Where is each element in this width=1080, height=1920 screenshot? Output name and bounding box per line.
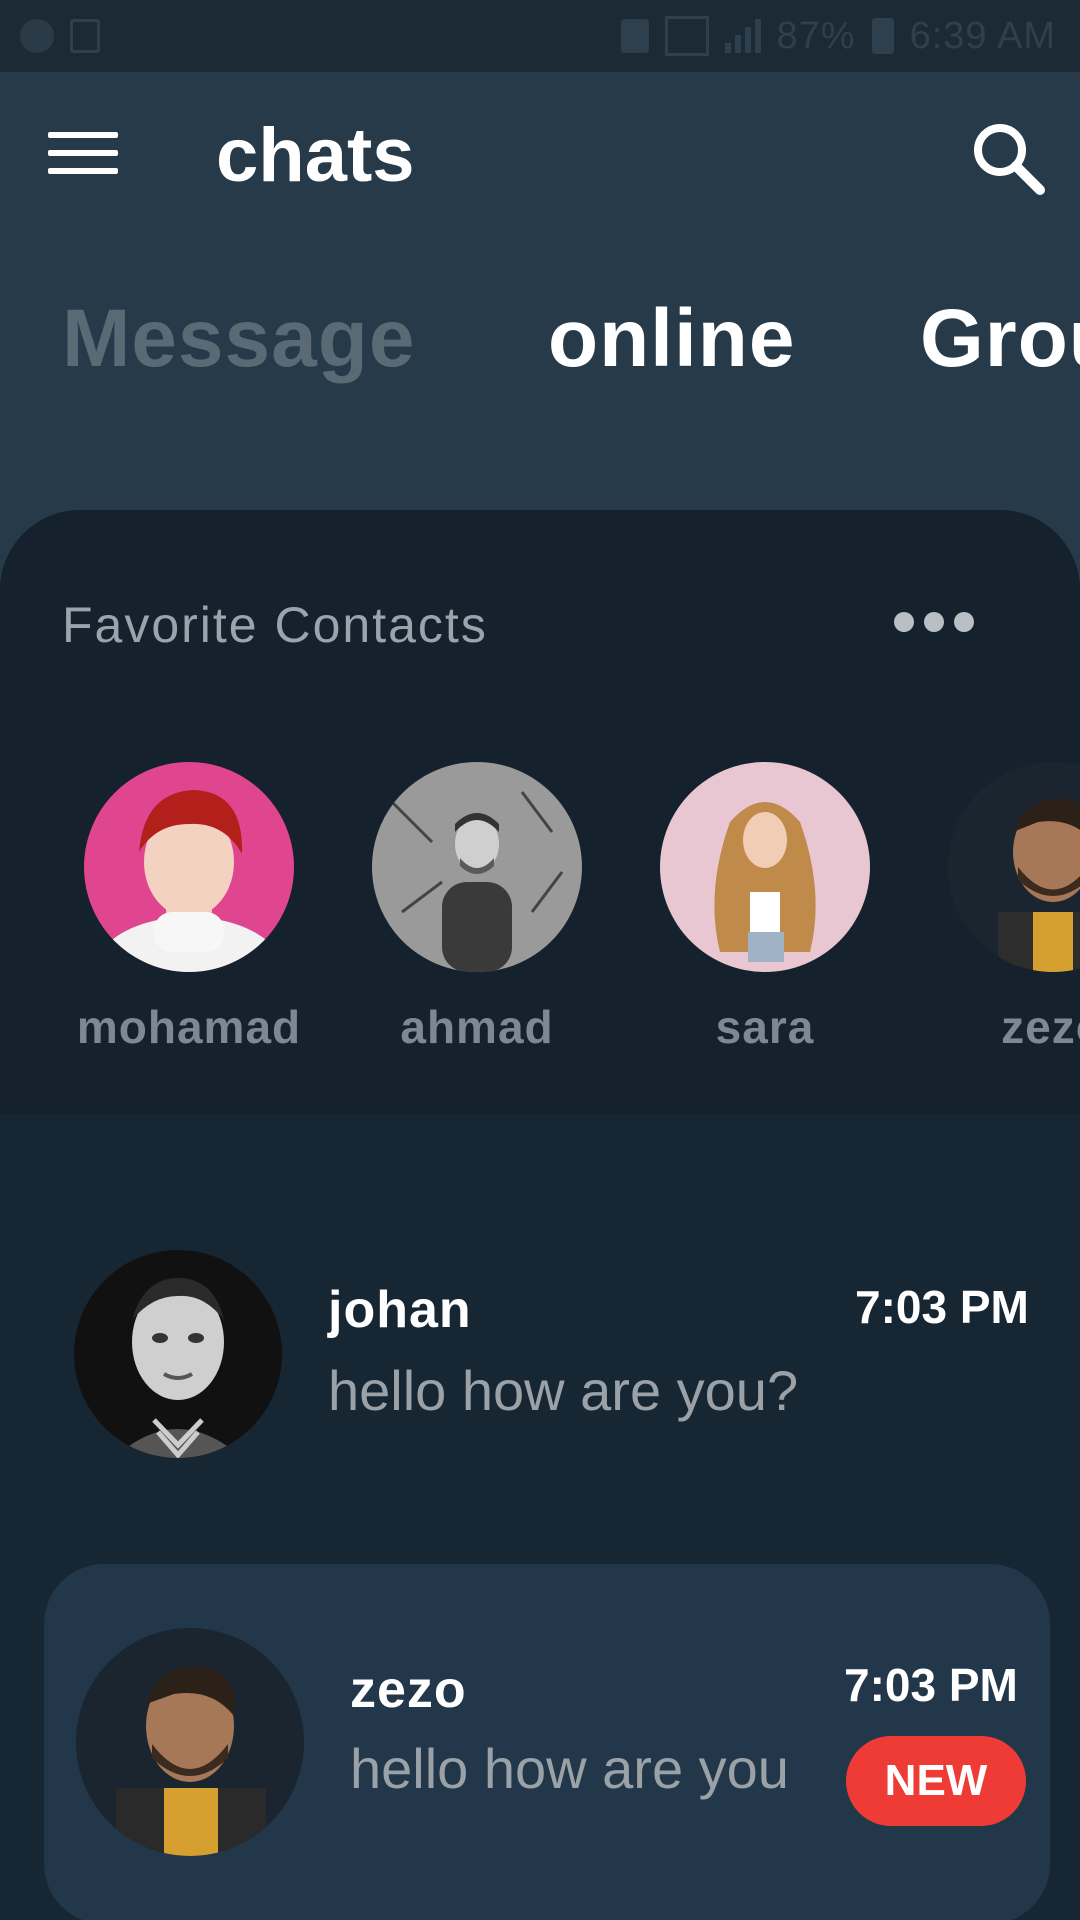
avatar — [948, 762, 1080, 972]
chat-contact-name: johan — [328, 1281, 472, 1339]
status-right: 87% 6:39 AM — [620, 14, 1056, 58]
favorite-contacts-list: mohamad ahmad sara zez — [0, 762, 1080, 1092]
chat-list-item-unread[interactable]: zezo hello how are you 7:03 PM NEW — [44, 1564, 1050, 1920]
status-time: 6:39 AM — [909, 14, 1056, 57]
tab-groups[interactable]: Groups — [920, 292, 1080, 386]
new-badge: NEW — [846, 1736, 1026, 1826]
avatar — [660, 762, 870, 972]
tab-bar: Message online Groups — [0, 292, 1080, 402]
search-icon[interactable] — [968, 118, 1048, 198]
chat-message-preview: hello how are you? — [328, 1359, 799, 1422]
battery-charging-icon — [871, 18, 894, 54]
status-left — [20, 19, 100, 53]
chat-contact-name: zezo — [350, 1661, 467, 1719]
contact-name: sara — [715, 1001, 815, 1053]
tab-message[interactable]: Message — [62, 292, 415, 386]
avatar — [76, 1628, 304, 1856]
favorite-contact[interactable]: sara — [650, 762, 880, 1054]
favorite-contact[interactable]: ahmad — [362, 762, 592, 1054]
signal-box-icon — [664, 16, 709, 56]
avatar — [84, 762, 294, 972]
battery-percent: 87% — [776, 14, 856, 57]
more-horizontal-icon[interactable] — [894, 612, 978, 638]
app-notification-icon — [20, 19, 54, 53]
signal-bars-icon — [724, 19, 761, 53]
favorite-contacts-title: Favorite Contacts — [62, 597, 488, 653]
page-title: chats — [216, 113, 415, 198]
clipboard-icon — [70, 19, 100, 53]
chat-message-preview: hello how are you — [350, 1737, 789, 1800]
chat-time: 7:03 PM — [855, 1281, 1029, 1333]
sim-icon — [620, 19, 649, 53]
contact-name: zezo — [1001, 1001, 1080, 1053]
avatar — [372, 762, 582, 972]
chat-time: 7:03 PM — [844, 1659, 1018, 1711]
favorite-contact[interactable]: mohamad — [74, 762, 304, 1054]
status-bar: 87% 6:39 AM — [0, 0, 1080, 72]
menu-icon[interactable] — [48, 128, 118, 178]
avatar — [74, 1250, 282, 1458]
tab-online[interactable]: online — [548, 292, 795, 386]
contact-name: mohamad — [76, 1001, 302, 1053]
contact-name: ahmad — [400, 1001, 554, 1053]
favorite-contacts-section: Favorite Contacts mohamad ahmad sara zez — [0, 510, 1080, 1114]
favorite-contact[interactable]: zezo — [938, 762, 1080, 1054]
main-panel: Favorite Contacts mohamad ahmad sara zez… — [0, 510, 1080, 1920]
chat-list-item[interactable]: johan hello how are you? 7:03 PM — [0, 1250, 1080, 1530]
app-bar: chats — [0, 72, 1080, 242]
